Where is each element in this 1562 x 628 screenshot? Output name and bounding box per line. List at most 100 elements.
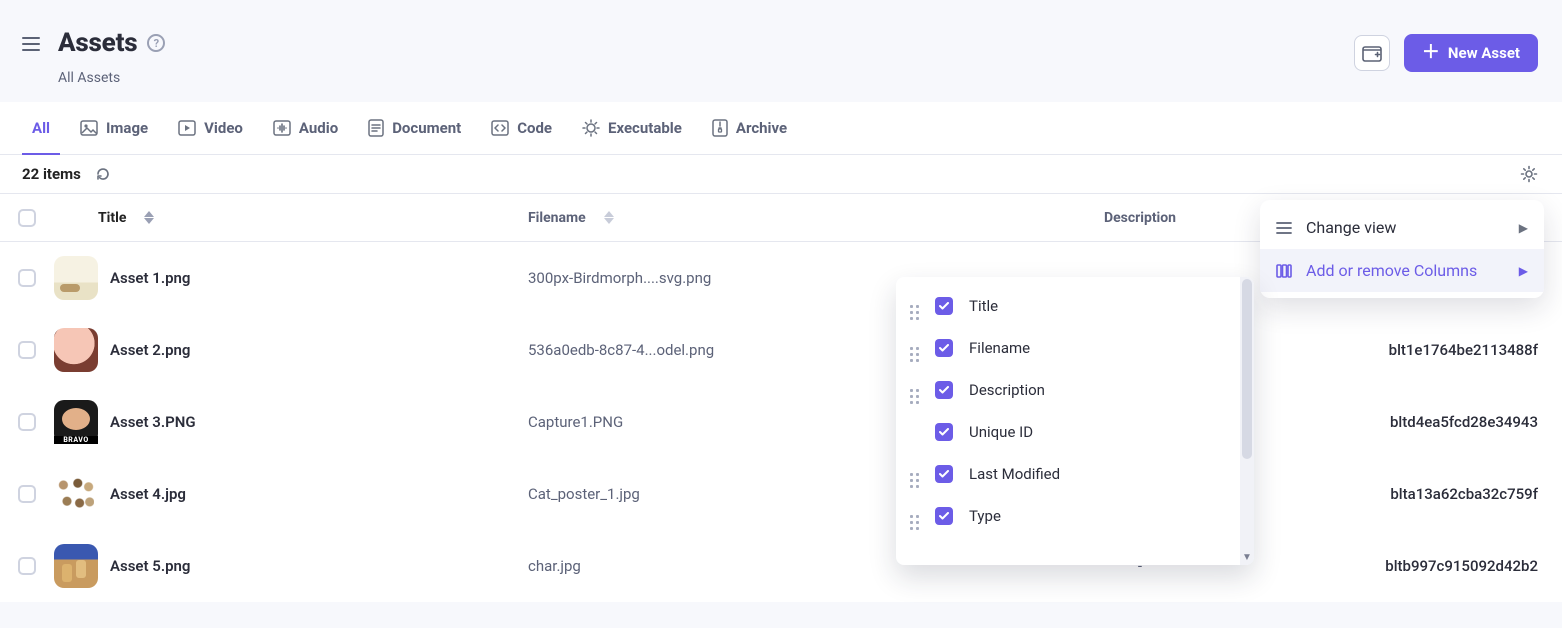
column-description[interactable]: Description (998, 210, 1282, 226)
tab-all[interactable]: All (32, 102, 50, 154)
column-checkbox[interactable] (935, 339, 953, 357)
list-view-icon (1276, 221, 1292, 235)
tab-video-label: Video (204, 119, 243, 137)
column-option-type[interactable]: Type (910, 507, 1226, 525)
asset-title: Asset 3.PNG (98, 413, 528, 431)
menu-icon[interactable] (22, 36, 40, 52)
column-checkbox[interactable] (935, 507, 953, 525)
tab-image[interactable]: Image (80, 102, 148, 154)
column-checkbox[interactable] (935, 465, 953, 483)
asset-thumbnail (54, 544, 98, 588)
asset-uid: blt1e1764be2113488f (1282, 341, 1562, 359)
menu-change-view[interactable]: Change view ▶ (1260, 206, 1544, 249)
scrollbar-down-icon[interactable]: ▼ (1240, 551, 1254, 563)
tab-audio-label: Audio (299, 119, 338, 137)
column-option-label: Unique ID (969, 423, 1033, 441)
column-option-last-modified[interactable]: Last Modified (910, 465, 1226, 483)
column-title[interactable]: Title (98, 210, 528, 226)
table-row[interactable]: Asset 4.jpg Cat_poster_1.jpg blta13a62cb… (0, 458, 1562, 530)
row-checkbox[interactable] (18, 557, 36, 575)
sort-title-icon[interactable] (144, 211, 154, 224)
settings-gear-icon[interactable] (1520, 165, 1538, 183)
asset-uid: bltd4ea5fcd28e34943 (1282, 413, 1562, 431)
asset-title: Asset 5.png (98, 557, 528, 575)
table-row[interactable]: Asset 3.PNG Capture1.PNG bltd4ea5fcd28e3… (0, 386, 1562, 458)
drag-handle-icon[interactable] (910, 305, 919, 308)
folder-plus-icon (1362, 44, 1382, 62)
menu-add-remove-columns[interactable]: Add or remove Columns ▶ (1260, 249, 1544, 292)
row-checkbox[interactable] (18, 269, 36, 287)
tab-video[interactable]: Video (178, 102, 243, 154)
asset-uid: bltb997c915092d42b2 (1282, 557, 1562, 575)
row-checkbox[interactable] (18, 341, 36, 359)
column-description-label: Description (1104, 210, 1176, 226)
new-asset-label: New Asset (1448, 44, 1520, 62)
asset-thumbnail (54, 256, 98, 300)
asset-thumbnail (54, 328, 98, 372)
column-option-label: Filename (969, 339, 1030, 357)
drag-handle-icon[interactable] (910, 347, 919, 350)
new-folder-button[interactable] (1354, 35, 1390, 71)
scrollbar-thumb[interactable] (1242, 279, 1252, 459)
column-checkbox[interactable] (935, 423, 953, 441)
breadcrumb: All Assets (58, 70, 165, 86)
column-checkbox[interactable] (935, 297, 953, 315)
column-option-unique-id[interactable]: Unique ID (910, 423, 1226, 441)
row-checkbox[interactable] (18, 413, 36, 431)
asset-thumbnail (54, 472, 98, 516)
tab-document-label: Document (392, 119, 461, 137)
column-option-label: Type (969, 507, 1001, 525)
tab-code[interactable]: Code (491, 102, 552, 154)
tab-audio[interactable]: Audio (273, 102, 338, 154)
columns-icon (1276, 264, 1292, 278)
column-title-label: Title (98, 210, 126, 226)
drag-handle-icon[interactable] (910, 515, 919, 518)
page-title: Assets (58, 28, 137, 58)
scrollbar[interactable]: ▼ (1240, 277, 1254, 565)
image-icon (80, 120, 98, 136)
asset-title: Asset 4.jpg (98, 485, 528, 503)
select-all-checkbox[interactable] (18, 209, 36, 227)
tab-document[interactable]: Document (368, 102, 461, 154)
help-icon[interactable]: ? (147, 34, 165, 52)
asset-title: Asset 1.png (98, 269, 528, 287)
code-icon (491, 120, 509, 136)
tab-archive[interactable]: Archive (712, 102, 787, 154)
column-option-title[interactable]: Title (910, 297, 1226, 315)
column-option-label: Description (969, 381, 1045, 399)
drag-handle-icon[interactable] (910, 473, 919, 476)
tab-code-label: Code (517, 119, 552, 137)
column-option-label: Last Modified (969, 465, 1060, 483)
menu-change-view-label: Change view (1306, 218, 1396, 237)
column-option-filename[interactable]: Filename (910, 339, 1226, 357)
refresh-icon[interactable] (95, 166, 111, 182)
items-count: 22 items (22, 165, 81, 183)
tab-image-label: Image (106, 119, 148, 137)
drag-handle-icon[interactable] (910, 389, 919, 392)
table-row[interactable]: Asset 2.png 536a0edb-8c87-4...odel.png b… (0, 314, 1562, 386)
video-icon (178, 120, 196, 136)
column-filename[interactable]: Filename (528, 210, 998, 226)
new-asset-button[interactable]: ＋ New Asset (1404, 34, 1538, 72)
archive-icon (712, 119, 728, 137)
audio-icon (273, 120, 291, 136)
table-row[interactable]: Asset 5.png char.jpg - bltb997c915092d42… (0, 530, 1562, 602)
tab-executable[interactable]: Executable (582, 102, 682, 154)
column-option-label: Title (969, 297, 998, 315)
asset-uid: blta13a62cba32c759f (1282, 485, 1562, 503)
row-checkbox[interactable] (18, 485, 36, 503)
columns-popup: ▼ Title Filename Description Unique I (896, 277, 1254, 565)
column-filename-label: Filename (528, 210, 586, 226)
menu-add-remove-label: Add or remove Columns (1306, 261, 1477, 280)
asset-title: Asset 2.png (98, 341, 528, 359)
asset-tabs: All Image Video Audio Document (0, 102, 1562, 155)
column-option-description[interactable]: Description (910, 381, 1226, 399)
sort-filename-icon[interactable] (604, 211, 614, 224)
tab-archive-label: Archive (736, 119, 787, 137)
chevron-right-icon: ▶ (1519, 264, 1528, 278)
tab-all-label: All (32, 119, 50, 137)
document-icon (368, 119, 384, 137)
tab-executable-label: Executable (608, 119, 682, 137)
column-checkbox[interactable] (935, 381, 953, 399)
asset-thumbnail (54, 400, 98, 444)
